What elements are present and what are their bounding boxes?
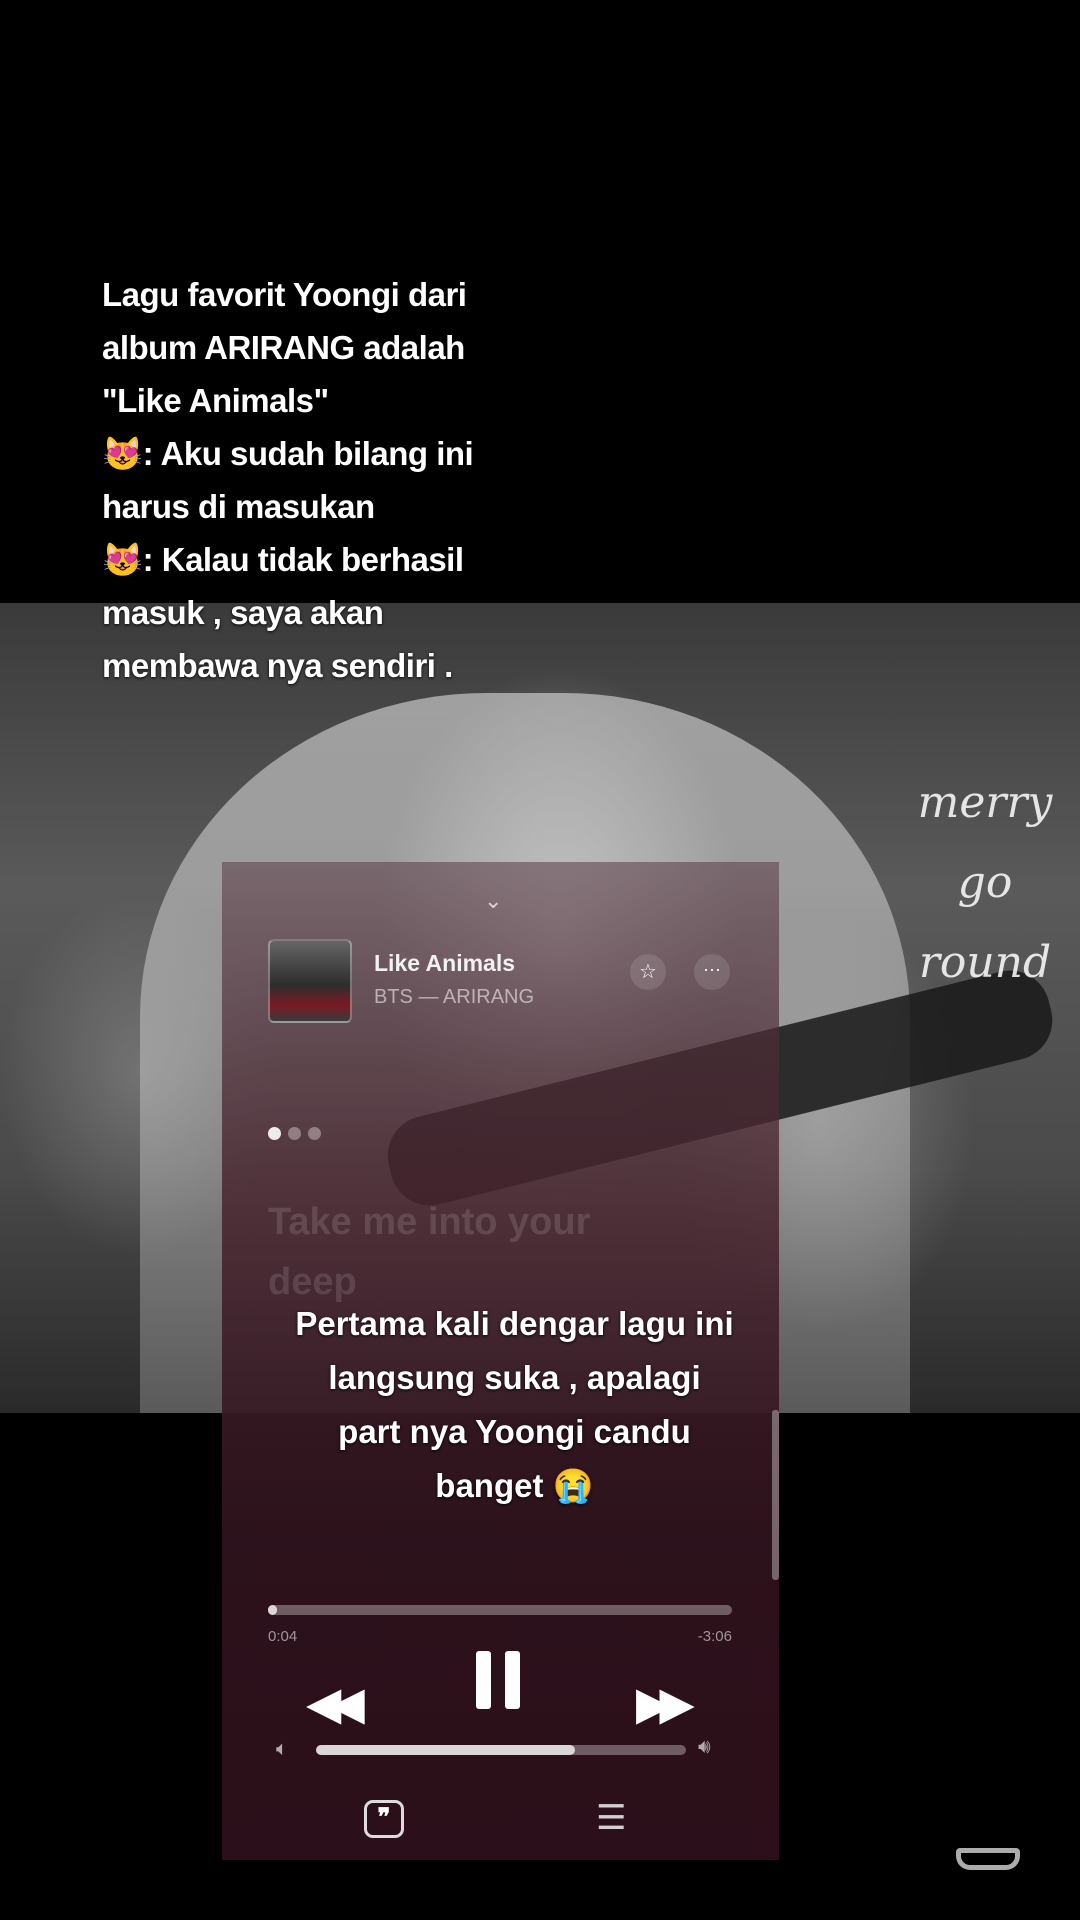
song-artist-album: BTS — ARIRANG — [374, 986, 535, 1008]
queue-button[interactable]: ☰ — [596, 1798, 626, 1838]
page-dot — [308, 1127, 321, 1140]
caption-line: langsung suka , apalagi — [328, 1359, 701, 1396]
ellipsis-icon: ··· — [703, 959, 721, 979]
caption-top: Lagu favorit Yoongi dari album ARIRANG a… — [102, 268, 532, 692]
fast-forward-button[interactable]: ▶▶ — [636, 1676, 695, 1730]
caption-line: masuk , saya akan — [102, 594, 384, 631]
caption-line: banget 😭 — [435, 1467, 594, 1504]
song-title: Like Animals — [374, 950, 516, 976]
page-dot — [268, 1127, 281, 1140]
page-indicator — [268, 1127, 328, 1141]
caption-line: "Like Animals" — [102, 382, 329, 419]
caption-line: Lagu favorit Yoongi dari — [102, 276, 467, 313]
elapsed-time: 0:04 — [268, 1628, 298, 1645]
progress-fill — [268, 1605, 278, 1615]
chevron-down-icon[interactable]: ⌄ — [484, 888, 502, 914]
volume-low-icon: 🔈︎ — [276, 1738, 288, 1760]
playback-progress-bar[interactable] — [268, 1605, 732, 1615]
script-word: round — [918, 937, 1052, 988]
rewind-icon: ◀◀ — [306, 1677, 365, 1729]
star-icon: ☆ — [639, 961, 657, 983]
lyrics-button[interactable]: ❞ — [364, 1800, 404, 1838]
script-word: merry — [917, 777, 1053, 828]
caption-line: 😻: Kalau tidak berhasil — [102, 541, 464, 578]
pause-icon — [505, 1651, 520, 1709]
queue-icon: ☰ — [596, 1799, 627, 1837]
pause-button[interactable] — [476, 1651, 520, 1709]
fast-forward-icon: ▶▶ — [636, 1677, 695, 1729]
lyrics-icon: ❞ — [377, 1804, 391, 1831]
caption-line: Pertama kali dengar lagu ini — [295, 1305, 734, 1342]
volume-high-icon: 🔊︎ — [698, 1736, 711, 1758]
caption-bottom: Pertama kali dengar lagu ini langsung su… — [222, 1297, 807, 1513]
pause-icon — [476, 1651, 491, 1709]
caption-line: harus di masukan — [102, 488, 375, 525]
caption-line: membawa nya sendiri . — [102, 647, 453, 684]
volume-slider[interactable] — [316, 1745, 686, 1755]
page-dot — [288, 1127, 301, 1140]
volume-fill — [316, 1745, 575, 1755]
remaining-time: -3:06 — [697, 1628, 732, 1645]
script-word: go — [957, 857, 1013, 908]
watermark-logo — [956, 1848, 1020, 1870]
caption-line: album ARIRANG adalah — [102, 329, 465, 366]
lyric-line: Take me into your — [268, 1201, 591, 1243]
rewind-button[interactable]: ◀◀ — [306, 1676, 365, 1730]
favorite-button[interactable]: ☆ — [630, 954, 666, 990]
background-script-text: merry go round — [890, 763, 1080, 1003]
lyrics-view: Take me into your deep — [268, 1192, 738, 1312]
caption-line: 😻: Aku sudah bilang ini — [102, 435, 474, 472]
more-options-button[interactable]: ··· — [694, 954, 730, 990]
album-art — [268, 939, 352, 1023]
caption-line: part nya Yoongi candu — [338, 1413, 691, 1450]
